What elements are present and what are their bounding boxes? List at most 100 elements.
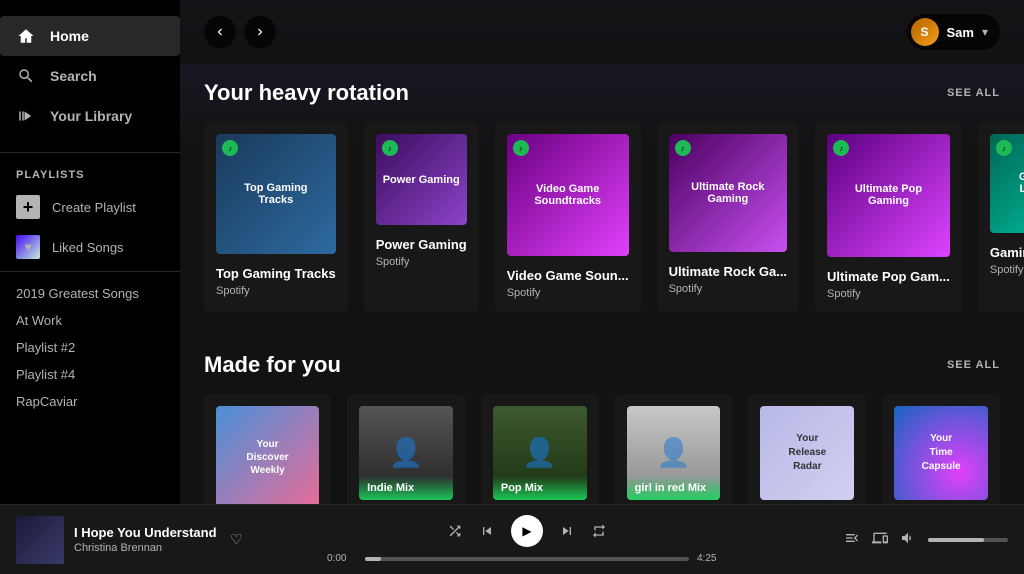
card-title-gaming-lounge: Gaming Lounge bbox=[990, 245, 1024, 260]
playlist-item-4[interactable]: RapCaviar bbox=[0, 388, 180, 415]
prev-button[interactable] bbox=[479, 523, 495, 539]
playlist-item-0[interactable]: 2019 Greatest Songs bbox=[0, 280, 180, 307]
heavy-rotation-section: Your heavy rotation SEE ALL ♪ Top Gaming… bbox=[180, 64, 1024, 336]
spotify-badge-2: ♪ bbox=[382, 140, 398, 156]
progress-bar-container: 0:00 4:25 bbox=[327, 553, 727, 564]
card-ultimate-rock[interactable]: ♪ Ultimate RockGaming Ultimate Rock Ga..… bbox=[657, 122, 799, 312]
card-image-indie: 👤 Indie Mix bbox=[359, 406, 453, 500]
user-menu[interactable]: S Sam ▾ bbox=[907, 14, 1001, 50]
play-button[interactable]: ▶ bbox=[511, 515, 543, 547]
sidebar-item-home[interactable]: Home bbox=[0, 16, 180, 56]
player-controls: ▶ bbox=[447, 515, 607, 547]
card-image-ultimate-rock: ♪ Ultimate RockGaming bbox=[669, 134, 787, 252]
current-time: 0:00 bbox=[327, 553, 357, 564]
volume-fill bbox=[928, 538, 984, 542]
heavy-rotation-header: Your heavy rotation SEE ALL bbox=[204, 64, 1000, 106]
progress-bar[interactable] bbox=[365, 557, 689, 561]
card-top-gaming[interactable]: ♪ Top GamingTracks Top Gaming Tracks Spo… bbox=[204, 122, 348, 312]
liked-songs-button[interactable]: ♥ Liked Songs bbox=[0, 227, 180, 267]
liked-songs-icon: ♥ bbox=[16, 235, 40, 259]
playlist-item-3[interactable]: Playlist #4 bbox=[0, 361, 180, 388]
card-image-gaming-lounge: ♪ Gaming Lounge bbox=[990, 134, 1024, 233]
create-playlist-label: Create Playlist bbox=[52, 200, 136, 215]
total-time: 4:25 bbox=[697, 553, 727, 564]
made-for-you-header: Made for you SEE ALL bbox=[204, 336, 1000, 378]
devices-button[interactable] bbox=[872, 530, 888, 549]
card-ultimate-pop[interactable]: ♪ Ultimate PopGaming Ultimate Pop Gam...… bbox=[815, 122, 962, 312]
made-for-you-section: Made for you SEE ALL YourDiscoverWeekly … bbox=[180, 336, 1024, 504]
card-image-power-gaming: ♪ Power Gaming bbox=[376, 134, 467, 225]
made-for-you-grid: YourDiscoverWeekly Discover Weekly ▶ 👤 I… bbox=[204, 394, 1000, 504]
main-layout: Home Search Your Library PL bbox=[0, 0, 1024, 504]
create-playlist-button[interactable]: + Create Playlist bbox=[0, 187, 180, 227]
spotify-badge-3: ♪ bbox=[513, 140, 529, 156]
library-icon bbox=[16, 106, 36, 126]
player-center: ▶ 0:00 4:25 bbox=[262, 515, 792, 564]
card-image-release: YourReleaseRadar bbox=[760, 406, 854, 500]
user-name: Sam bbox=[947, 25, 974, 40]
sidebar-item-library[interactable]: Your Library bbox=[0, 96, 180, 136]
shuffle-button[interactable] bbox=[447, 523, 463, 539]
card-image-video-game: ♪ Video GameSoundtracks bbox=[507, 134, 629, 256]
heavy-rotation-grid: ♪ Top GamingTracks Top Gaming Tracks Spo… bbox=[204, 122, 1000, 312]
progress-fill bbox=[365, 557, 381, 561]
user-avatar: S bbox=[911, 18, 939, 46]
sidebar-nav-label-search: Search bbox=[50, 68, 97, 84]
now-playing-art bbox=[16, 516, 64, 564]
card-discover-weekly[interactable]: YourDiscoverWeekly Discover Weekly ▶ bbox=[204, 394, 331, 504]
next-button[interactable] bbox=[559, 523, 575, 539]
card-title-power-gaming: Power Gaming bbox=[376, 237, 467, 252]
playlist-list: 2019 Greatest Songs At Work Playlist #2 … bbox=[0, 276, 180, 419]
sidebar-nav-label-home: Home bbox=[50, 28, 89, 44]
volume-icon bbox=[900, 530, 916, 549]
card-image-discover: YourDiscoverWeekly bbox=[216, 406, 319, 504]
search-icon bbox=[16, 66, 36, 86]
repeat-button[interactable] bbox=[591, 523, 607, 539]
sidebar-item-search[interactable]: Search bbox=[0, 56, 180, 96]
spotify-badge-5: ♪ bbox=[833, 140, 849, 156]
heart-button[interactable]: ♡ bbox=[230, 532, 246, 548]
forward-button[interactable] bbox=[244, 16, 276, 48]
now-playing: I Hope You Understand Christina Brennan … bbox=[16, 516, 246, 564]
card-image-time-capsule: YourTimeCapsule bbox=[894, 406, 988, 500]
main-content: S Sam ▾ Your heavy rotation SEE ALL ♪ To… bbox=[180, 0, 1024, 504]
now-playing-artist: Christina Brennan bbox=[74, 542, 220, 554]
spotify-badge-6: ♪ bbox=[996, 140, 1012, 156]
create-playlist-icon: + bbox=[16, 195, 40, 219]
bottom-bar: I Hope You Understand Christina Brennan … bbox=[0, 504, 1024, 574]
card-image-pop: 👤 Pop Mix bbox=[493, 406, 587, 500]
card-image-top-gaming: ♪ Top GamingTracks bbox=[216, 134, 336, 254]
sidebar-divider bbox=[0, 152, 180, 153]
sidebar-divider-2 bbox=[0, 271, 180, 272]
card-image-ultimate-pop: ♪ Ultimate PopGaming bbox=[827, 134, 950, 257]
playlist-item-1[interactable]: At Work bbox=[0, 307, 180, 334]
player-right bbox=[808, 530, 1008, 549]
card-image-girl-red: 👤 girl in red Mix bbox=[627, 406, 721, 500]
now-playing-info: I Hope You Understand Christina Brennan bbox=[74, 525, 220, 554]
made-for-you-title: Made for you bbox=[204, 352, 341, 378]
spotify-badge-4: ♪ bbox=[675, 140, 691, 156]
sidebar: Home Search Your Library PL bbox=[0, 0, 180, 504]
heavy-rotation-see-all[interactable]: SEE ALL bbox=[947, 87, 1000, 99]
card-subtitle-power-gaming: Spotify bbox=[376, 256, 467, 268]
back-button[interactable] bbox=[204, 16, 236, 48]
queue-button[interactable] bbox=[844, 530, 860, 549]
liked-songs-label: Liked Songs bbox=[52, 240, 124, 255]
card-video-game[interactable]: ♪ Video GameSoundtracks Video Game Soun.… bbox=[495, 122, 641, 312]
card-indie-mix[interactable]: 👤 Indie Mix Indie Mix ▶ bbox=[347, 394, 465, 504]
volume-bar[interactable] bbox=[928, 538, 1008, 542]
card-gaming-lounge[interactable]: ♪ Gaming Lounge Gaming Lounge Spotify ▶ bbox=[978, 122, 1024, 312]
card-subtitle-gaming-lounge: Spotify bbox=[990, 264, 1024, 276]
indie-mix-overlay: Indie Mix bbox=[359, 476, 453, 500]
card-pop-mix[interactable]: 👤 Pop Mix Pop Mix ▶ bbox=[481, 394, 599, 504]
card-time-capsule[interactable]: YourTimeCapsule Time Capsule ▶ bbox=[882, 394, 1000, 504]
playlist-item-2[interactable]: Playlist #2 bbox=[0, 334, 180, 361]
card-release-radar[interactable]: YourReleaseRadar Release Radar ▶ bbox=[748, 394, 866, 504]
made-for-you-see-all[interactable]: SEE ALL bbox=[947, 359, 1000, 371]
top-bar: S Sam ▾ bbox=[180, 0, 1024, 64]
sidebar-nav-label-library: Your Library bbox=[50, 108, 132, 124]
spotify-badge: ♪ bbox=[222, 140, 238, 156]
card-power-gaming[interactable]: ♪ Power Gaming Power Gaming Spotify ▶ bbox=[364, 122, 479, 312]
card-girl-in-red[interactable]: 👤 girl in red Mix Girl In Red Mix ▶ bbox=[615, 394, 733, 504]
playlists-label: PLAYLISTS bbox=[0, 157, 180, 187]
